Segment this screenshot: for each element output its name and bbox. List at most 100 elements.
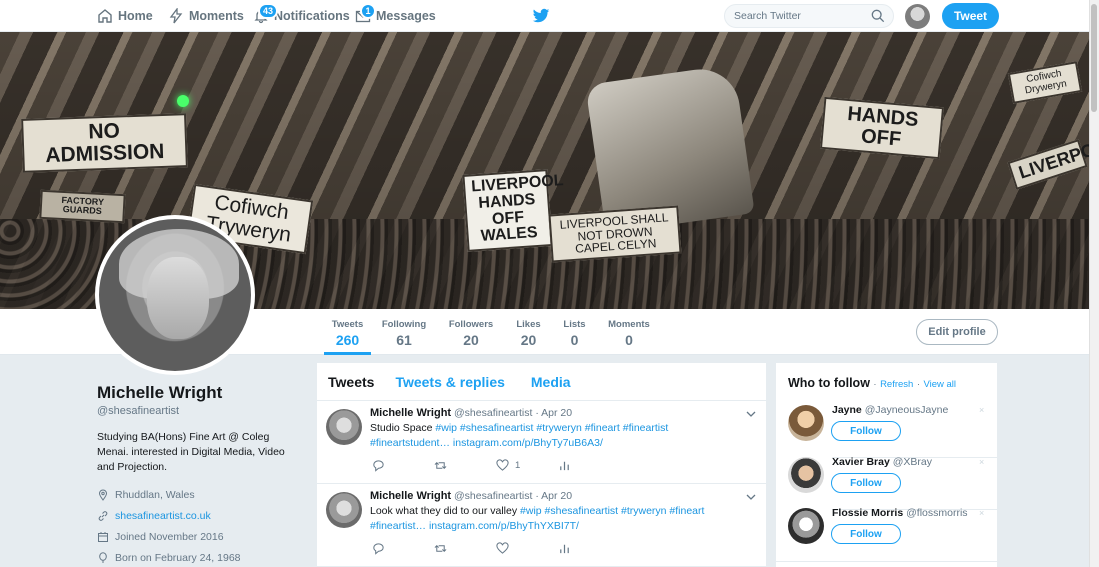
suggested-user-avatar[interactable]: [788, 508, 824, 544]
tweet-header: Michelle Wright @shesafineartist · Apr 2…: [370, 407, 572, 419]
banner-sign-capel-celyn: LIVERPOOL SHALL NOT DROWN CAPEL CELYN: [548, 205, 682, 263]
top-navigation-bar: Home Moments Notifications 43 Messages 1…: [0, 0, 1089, 32]
tweet-author-name[interactable]: Michelle Wright: [370, 407, 451, 419]
retweet-button[interactable]: [434, 459, 496, 472]
heart-icon: [496, 459, 509, 471]
tweet-text: Look what they did to our valley #wip #s…: [370, 504, 740, 534]
profile-sidebar: Michelle Wright @shesafineartist Studyin…: [97, 383, 302, 567]
profile-handle[interactable]: @shesafineartist: [97, 405, 302, 417]
suggested-user-handle: @flossmorris: [906, 507, 968, 519]
compose-tweet-button[interactable]: Tweet: [942, 3, 999, 29]
search-input[interactable]: [725, 5, 860, 27]
tweet-link[interactable]: instagram.com/p/BhyTy7uB6A3/: [453, 437, 603, 449]
nav-notifications-label: Notifications: [274, 9, 350, 23]
like-button[interactable]: [496, 542, 558, 555]
stat-tweets[interactable]: Tweets 260: [324, 309, 371, 355]
banner-sign-liverpool: LIVERPOOL: [1007, 131, 1089, 190]
suggested-user-name[interactable]: Flossie Morris @flossmorris: [832, 507, 968, 519]
stat-followers[interactable]: Followers 20: [445, 309, 497, 355]
suggested-user-handle: @JayneousJayne: [864, 404, 949, 416]
suggested-user-name[interactable]: Jayne @JayneousJayne: [832, 404, 948, 416]
retweet-icon: [434, 461, 447, 470]
stat-likes[interactable]: Likes 20: [512, 309, 545, 355]
tweet-avatar[interactable]: [326, 492, 362, 528]
location-pin-icon: [98, 489, 108, 501]
profile-location-text: Rhuddlan, Wales: [115, 488, 195, 501]
dismiss-icon[interactable]: ×: [979, 457, 984, 467]
stat-following[interactable]: Following 61: [378, 309, 430, 355]
tweet-author-name[interactable]: Michelle Wright: [370, 490, 451, 502]
banner-light-decoration: [177, 95, 189, 107]
stat-lists-value: 0: [570, 332, 579, 348]
suggested-user-avatar[interactable]: [788, 457, 824, 493]
stat-likes-value: 20: [520, 332, 537, 348]
suggested-user-avatar[interactable]: [788, 405, 824, 441]
nav-moments[interactable]: Moments: [168, 0, 244, 32]
who-to-follow-title: Who to follow: [788, 376, 870, 390]
dismiss-icon[interactable]: ×: [979, 405, 984, 415]
stat-followers-label: Followers: [448, 319, 494, 330]
twitter-bird-icon[interactable]: [532, 7, 550, 25]
tweets-timeline: Tweets Tweets & replies Media Michelle W…: [317, 363, 766, 567]
suggested-user-name[interactable]: Xavier Bray @XBray: [832, 456, 932, 468]
reply-icon: [373, 460, 384, 472]
profile-name[interactable]: Michelle Wright: [97, 383, 302, 403]
suggested-user-display-name: Flossie Morris: [832, 507, 904, 519]
who-to-follow-header: Who to follow · Refresh · View all: [776, 363, 997, 390]
tweet-text-body: Studio Space: [370, 422, 436, 434]
account-avatar[interactable]: [905, 4, 930, 29]
header-separator: ·: [873, 379, 877, 390]
profile-website-link[interactable]: shesafineartist.co.uk: [115, 510, 211, 522]
banner-sign-liverpool-wales: LIVERPOOL HANDS OFF WALES: [462, 169, 564, 253]
banner-sign-hands-off: HANDS OFF: [819, 96, 945, 160]
tweet-date[interactable]: · Apr 20: [535, 407, 572, 419]
reply-button[interactable]: [372, 542, 434, 555]
nav-messages-label: Messages: [376, 9, 436, 23]
nav-notifications[interactable]: Notifications 43: [253, 0, 350, 32]
like-button[interactable]: 1: [496, 459, 558, 472]
edit-profile-button[interactable]: Edit profile: [916, 319, 998, 345]
tab-tweets-and-replies[interactable]: Tweets & replies: [395, 374, 504, 390]
tweet-avatar[interactable]: [326, 409, 362, 445]
analytics-button[interactable]: [558, 542, 620, 555]
dismiss-icon[interactable]: ×: [979, 508, 984, 518]
search-icon[interactable]: [871, 9, 885, 23]
profile-location: Rhuddlan, Wales: [97, 484, 302, 505]
profile-website: shesafineartist.co.uk: [97, 505, 302, 526]
tweet-actions: [372, 542, 620, 555]
refresh-link[interactable]: Refresh: [880, 379, 913, 390]
tweet-date[interactable]: · Apr 20: [535, 490, 572, 502]
view-all-link[interactable]: View all: [923, 379, 956, 390]
retweet-button[interactable]: [434, 542, 496, 555]
follow-button[interactable]: Follow: [831, 421, 901, 441]
profile-avatar[interactable]: [95, 215, 255, 375]
tweet-item[interactable]: Michelle Wright @shesafineartist · Apr 2…: [317, 484, 766, 567]
profile-joined-text: Joined November 2016: [115, 530, 224, 543]
page-scrollbar-thumb[interactable]: [1091, 4, 1097, 112]
stat-likes-label: Likes: [516, 319, 541, 330]
nav-messages[interactable]: Messages 1: [355, 0, 436, 32]
suggested-user-handle: @XBray: [892, 456, 932, 468]
timeline-tabs: Tweets Tweets & replies Media: [317, 363, 766, 401]
banner-sign-cofiwch-dryweryn: Cofiwch Dryweryn: [1007, 61, 1083, 104]
nav-home[interactable]: Home: [97, 0, 153, 32]
follow-button[interactable]: Follow: [831, 473, 901, 493]
tweet-link[interactable]: instagram.com/p/BhyThYXBI7T/: [429, 520, 579, 532]
follow-button[interactable]: Follow: [831, 524, 901, 544]
stat-lists-label: Lists: [563, 319, 586, 330]
tweet-item[interactable]: Michelle Wright @shesafineartist · Apr 2…: [317, 401, 766, 484]
tab-media[interactable]: Media: [531, 374, 571, 390]
home-icon: [98, 9, 112, 23]
chevron-down-icon[interactable]: [746, 409, 756, 419]
suggested-user: Jayne @JayneousJayne × Follow: [776, 402, 997, 454]
tweet-author-handle[interactable]: @shesafineartist: [454, 407, 532, 419]
tweet-author-handle[interactable]: @shesafineartist: [454, 490, 532, 502]
analytics-button[interactable]: [558, 459, 620, 472]
chevron-down-icon[interactable]: [746, 492, 756, 502]
heart-icon: [496, 542, 509, 554]
stat-lists[interactable]: Lists 0: [560, 309, 589, 355]
stat-moments[interactable]: Moments 0: [605, 309, 653, 355]
reply-button[interactable]: [372, 459, 434, 472]
notifications-badge: 43: [258, 3, 279, 19]
tab-tweets[interactable]: Tweets: [328, 374, 374, 390]
